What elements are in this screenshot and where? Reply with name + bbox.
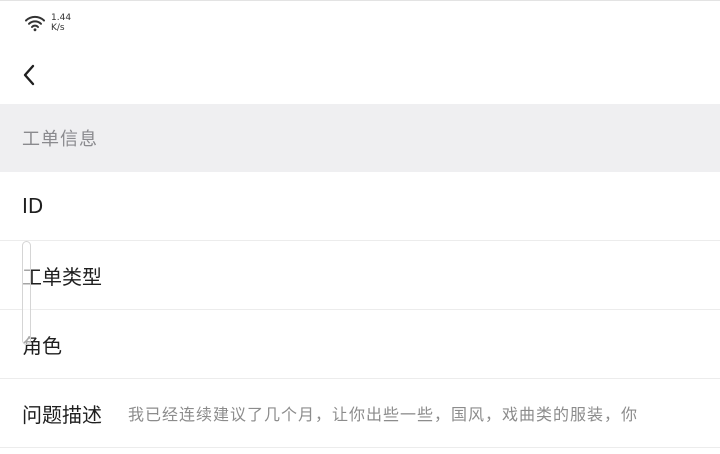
back-button[interactable]: [14, 57, 44, 93]
network-speed-value: 1.44: [51, 13, 72, 23]
wifi-icon: [25, 15, 45, 32]
network-speed-unit: K/s: [51, 23, 65, 33]
network-speed: 1.44 K/s: [51, 13, 71, 33]
row-label: 问题描述: [22, 402, 102, 427]
chevron-left-icon: [23, 64, 35, 86]
row-id: ID: [0, 172, 720, 241]
section-header: 工单信息: [0, 104, 720, 172]
description-value: 我已经连续建议了几个月，让你出些一些，国风，戏曲类的服装，你: [128, 405, 639, 424]
scroll-indicator[interactable]: [22, 241, 31, 345]
nav-bar: [0, 49, 720, 101]
ticket-info-list: ID 工单类型 角色 问题描述 我已经连续建议了几个月，让你出些一些，国风，戏曲…: [0, 172, 720, 448]
row-description[interactable]: 问题描述 我已经连续建议了几个月，让你出些一些，国风，戏曲类的服装，你: [0, 379, 720, 448]
status-bar: 1.44 K/s: [24, 11, 71, 35]
section-title: 工单信息: [22, 129, 98, 150]
row-role[interactable]: 角色: [0, 310, 720, 379]
screen: 1.44 K/s 工单信息 ID 工单类型 角色 问题描述 我已经连续建议了几个…: [0, 0, 720, 454]
row-label: 工单类型: [22, 264, 102, 289]
row-label: ID: [22, 194, 44, 218]
row-ticket-type[interactable]: 工单类型: [0, 241, 720, 310]
